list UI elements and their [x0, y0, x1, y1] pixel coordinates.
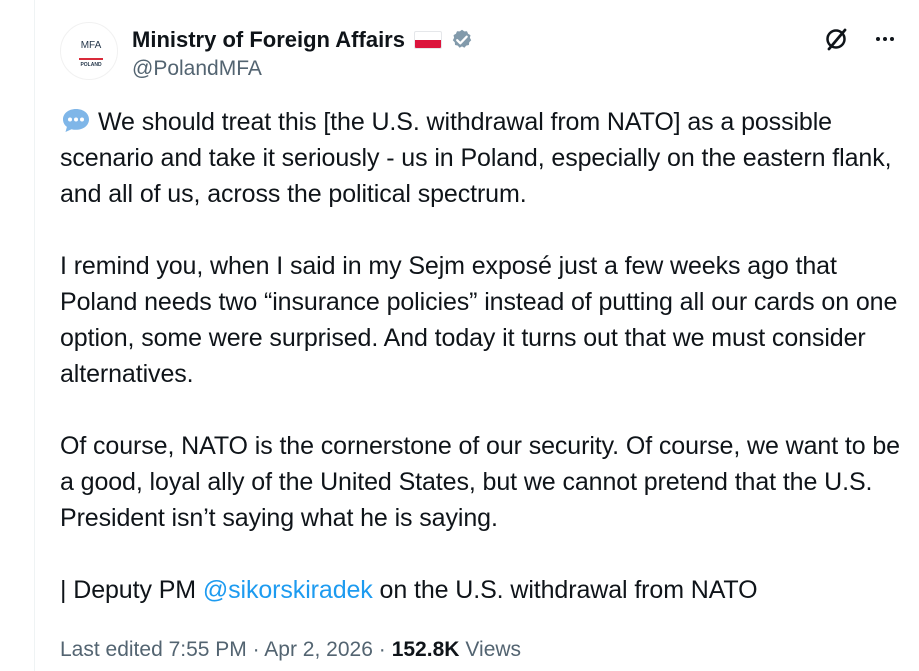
tweet-paragraph-1-text: We should treat this [the U.S. withdrawa…	[60, 108, 892, 208]
grok-icon[interactable]	[822, 24, 852, 54]
mention-link-sikorskiradek[interactable]: @sikorskiradek	[203, 576, 373, 604]
tweet-top-actions	[822, 24, 900, 54]
avatar[interactable]: MFA POLAND	[60, 22, 118, 80]
author-name-row[interactable]: Ministry of Foreign Affairs	[132, 26, 474, 54]
avatar-logo-subtext: POLAND	[80, 62, 102, 68]
speech-bubble-icon	[60, 106, 92, 134]
tweet-paragraph-1: We should treat this [the U.S. withdrawa…	[60, 104, 910, 212]
last-edited-timestamp[interactable]: Last edited 7:55 PM · Apr 2, 2026 ·	[60, 636, 386, 664]
tweet-meta: Last edited 7:55 PM · Apr 2, 2026 · 152.…	[60, 634, 521, 666]
poland-flag-icon	[413, 31, 442, 49]
author-display-name[interactable]: Ministry of Foreign Affairs	[132, 26, 405, 54]
tweet-body: We should treat this [the U.S. withdrawa…	[60, 104, 910, 644]
tweet-page: MFA POLAND Ministry of Foreign Affairs @…	[0, 0, 919, 671]
tweet-paragraph-2: I remind you, when I said in my Sejm exp…	[60, 252, 898, 388]
more-options-icon[interactable]	[870, 24, 900, 54]
verified-badge-icon[interactable]	[450, 28, 474, 52]
views-count[interactable]: 152.8K	[392, 636, 460, 664]
author-handle[interactable]: @PolandMFA	[132, 56, 262, 82]
avatar-red-line	[79, 58, 103, 60]
tweet-paragraph-4: | Deputy PM @sikorskiradek on the U.S. w…	[60, 572, 910, 608]
views-label: Views	[465, 638, 522, 661]
deputy-pm-suffix: on the U.S. withdrawal from NATO	[372, 576, 758, 604]
deputy-pm-prefix: | Deputy PM	[60, 576, 203, 604]
tweet-paragraph-3: Of course, NATO is the cornerstone of ou…	[60, 432, 900, 532]
tweet-header: MFA POLAND Ministry of Foreign Affairs @…	[60, 22, 910, 84]
timeline-divider	[34, 0, 35, 671]
